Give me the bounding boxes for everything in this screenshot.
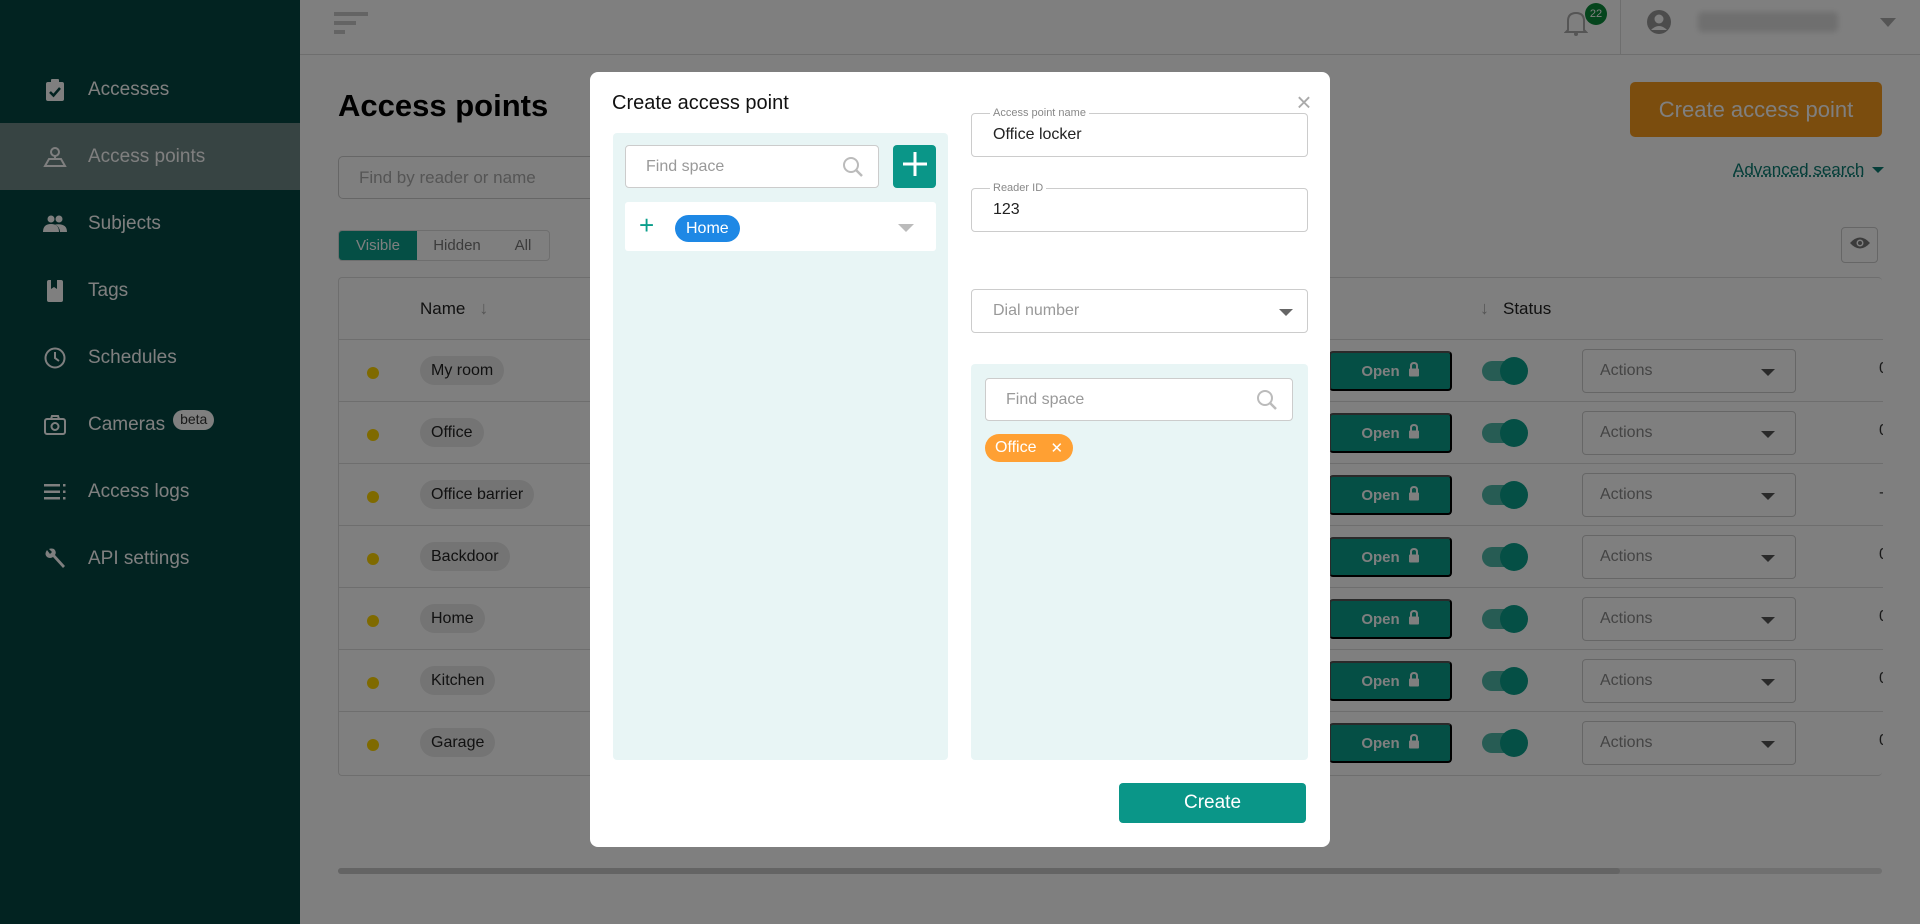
search-icon [842, 156, 864, 183]
chip-label: Office [995, 439, 1037, 456]
reader-id-field[interactable]: Reader ID 123 [971, 182, 1308, 232]
field-value: 123 [993, 201, 1020, 218]
plus-icon [902, 151, 928, 182]
add-to-selection-icon[interactable]: + [639, 212, 654, 238]
dial-number-select[interactable]: Dial number [971, 289, 1308, 333]
selected-spaces-panel: Find space Office ✕ [971, 364, 1308, 760]
access-point-name-field[interactable]: Access point name Office locker [971, 107, 1308, 157]
expand-caret-icon[interactable] [898, 224, 914, 232]
create-access-point-modal: Create access point × Find space + Home … [590, 72, 1330, 847]
close-icon[interactable]: × [1292, 89, 1316, 115]
find-space-placeholder: Find space [646, 157, 725, 175]
add-space-button[interactable] [893, 145, 936, 188]
modal-title: Create access point [612, 92, 789, 114]
find-space-input[interactable]: Find space [985, 378, 1293, 421]
find-space-input[interactable]: Find space [625, 145, 879, 188]
space-tree-item[interactable]: + Home [625, 202, 936, 251]
space-tree-panel: Find space + Home [613, 133, 948, 760]
find-space-placeholder: Find space [1006, 390, 1085, 408]
remove-icon[interactable]: ✕ [1051, 439, 1064, 457]
create-button[interactable]: Create [1119, 783, 1306, 823]
selected-space-chip: Office ✕ [985, 434, 1074, 462]
search-icon [1256, 389, 1278, 416]
field-value: Office locker [993, 126, 1082, 143]
caret-down-icon [1279, 309, 1293, 316]
field-label: Access point name [990, 107, 1089, 119]
field-label: Reader ID [990, 182, 1047, 194]
field-placeholder: Dial number [993, 302, 1080, 319]
space-chip[interactable]: Home [675, 215, 740, 242]
